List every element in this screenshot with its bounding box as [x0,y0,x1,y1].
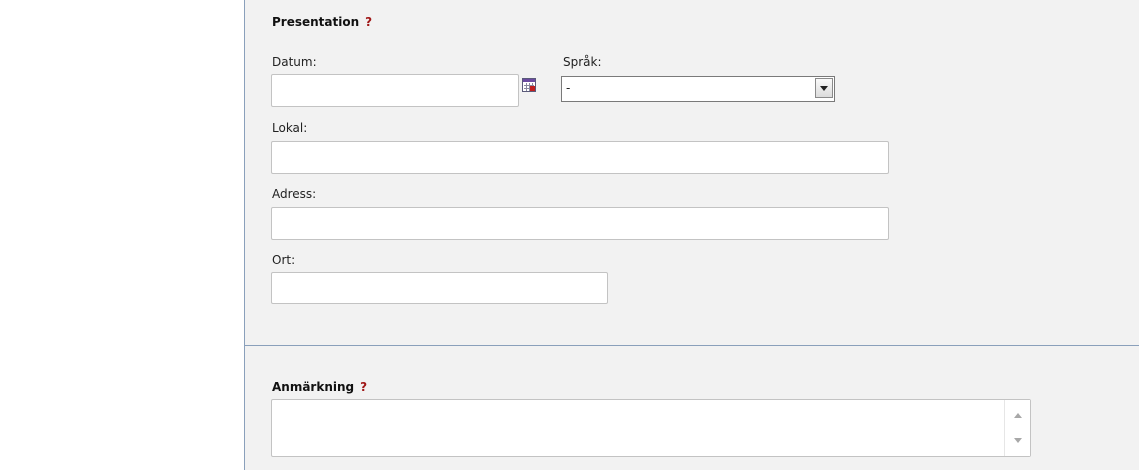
presentation-heading: Presentation? [272,15,372,29]
language-select[interactable]: - [561,76,835,102]
note-heading-text: Anmärkning [272,380,355,394]
city-label: Ort: [272,253,296,267]
left-pane [0,0,244,470]
city-field[interactable] [271,272,608,304]
arrow-up-icon[interactable] [1014,413,1022,418]
note-scrollbar[interactable] [1004,400,1030,456]
date-field[interactable] [271,74,519,107]
arrow-down-icon[interactable] [1014,438,1022,443]
date-label: Datum: [272,55,317,69]
address-field[interactable] [271,207,889,240]
language-selected-value: - [566,81,571,95]
presentation-heading-text: Presentation [272,15,360,29]
note-textarea[interactable] [271,399,1031,457]
note-heading: Anmärkning? [272,380,367,394]
calendar-icon[interactable] [522,78,536,92]
venue-label: Lokal: [272,121,308,135]
address-label: Adress: [272,187,317,201]
language-label: Språk: [563,55,602,69]
presentation-help-link[interactable]: ? [365,15,372,29]
venue-field[interactable] [271,141,889,174]
note-help-link[interactable]: ? [360,380,367,394]
dropdown-chevron-down-icon[interactable] [815,78,833,98]
